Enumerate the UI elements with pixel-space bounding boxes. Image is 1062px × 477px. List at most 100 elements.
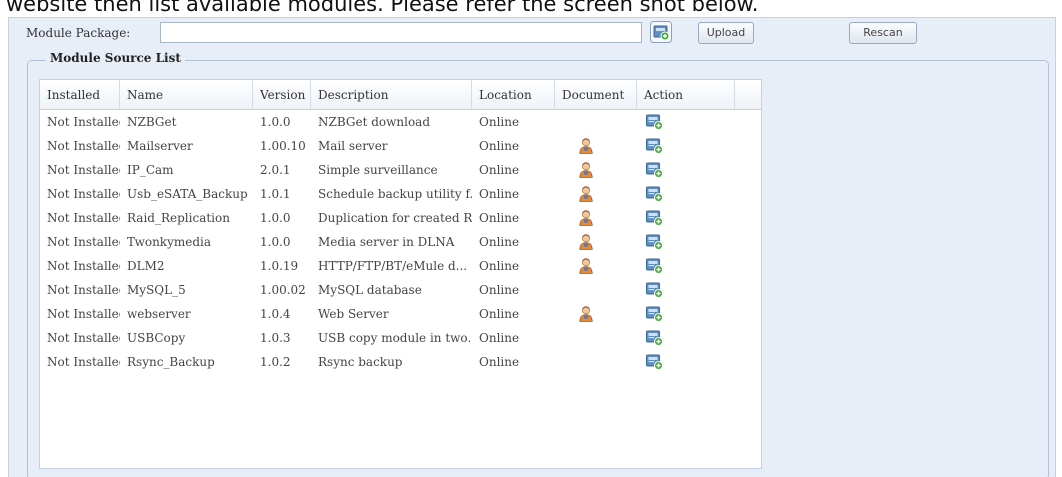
document-cell — [555, 326, 637, 350]
module-location-cell: Online — [479, 259, 520, 273]
module-version-cell: 1.0.4 — [260, 307, 291, 321]
document-cell — [555, 302, 637, 326]
module-name-cell: Twonkymedia — [127, 235, 212, 249]
document-cell — [555, 254, 637, 278]
column-header-installed[interactable]: Installed — [40, 80, 120, 110]
install-status-cell: Not Installed — [47, 235, 120, 249]
install-status-cell: Not Installed — [47, 307, 120, 321]
module-location-cell: Online — [479, 307, 520, 321]
module-description-cell: HTTP/FTP/BT/eMule d... — [318, 259, 468, 273]
table-row[interactable]: Not Installed USBCopy 1.0.3 USB copy module… — [40, 326, 761, 350]
module-description-cell: Schedule backup utility f... — [318, 187, 472, 201]
document-cell — [555, 182, 637, 206]
module-name-cell: IP_Cam — [127, 163, 174, 177]
table-row[interactable]: Not Installed Raid_Replication 1.0.0 Duplic… — [40, 206, 761, 230]
module-description-cell: Media server in DLNA — [318, 235, 455, 249]
install-status-cell: Not Installed — [47, 283, 120, 297]
rescan-button[interactable]: Rescan — [849, 22, 917, 44]
action-cell — [637, 134, 735, 158]
user-manual-icon[interactable] — [579, 186, 593, 202]
module-version-cell: 1.0.1 — [260, 187, 291, 201]
install-module-icon[interactable] — [646, 186, 663, 202]
module-version-cell: 1.0.0 — [260, 235, 291, 249]
module-description-cell: USB copy module in two... — [318, 331, 472, 345]
module-name-cell: NZBGet — [127, 115, 177, 129]
install-module-icon[interactable] — [646, 234, 663, 250]
module-name-cell: Raid_Replication — [127, 211, 230, 225]
action-cell — [637, 206, 735, 230]
module-location-cell: Online — [479, 187, 520, 201]
user-manual-icon[interactable] — [579, 234, 593, 250]
user-manual-icon[interactable] — [579, 162, 593, 178]
module-version-cell: 1.0.0 — [260, 115, 291, 129]
column-header-version[interactable]: Version — [253, 80, 311, 110]
action-cell — [637, 158, 735, 182]
module-description-cell: Web Server — [318, 307, 389, 321]
install-module-icon[interactable] — [646, 138, 663, 154]
document-cell — [555, 230, 637, 254]
module-name-cell: Rsync_Backup — [127, 355, 215, 369]
user-manual-icon[interactable] — [579, 258, 593, 274]
action-cell — [637, 110, 735, 134]
module-name-cell: USBCopy — [127, 331, 186, 345]
column-header-document[interactable]: Document — [555, 80, 637, 110]
install-status-cell: Not Installed — [47, 259, 120, 273]
table-row[interactable]: Not Installed NZBGet 1.0.0 NZBGet download O… — [40, 110, 761, 134]
module-version-cell: 1.0.0 — [260, 211, 291, 225]
install-status-cell: Not Installed — [47, 163, 120, 177]
user-manual-icon[interactable] — [579, 306, 593, 322]
document-cell — [555, 206, 637, 230]
module-package-input[interactable] — [160, 22, 642, 43]
action-cell — [637, 350, 735, 374]
page-caption: website then list available modules. Ple… — [6, 0, 759, 16]
install-module-icon[interactable] — [646, 282, 663, 298]
table-row[interactable]: Not Installed webserver 1.0.4 Web Server Onl… — [40, 302, 761, 326]
install-status-cell: Not Installed — [47, 355, 120, 369]
module-source-table: Installed Name Version Description Locat… — [39, 79, 762, 469]
module-version-cell: 1.0.19 — [260, 259, 299, 273]
user-manual-icon[interactable] — [579, 210, 593, 226]
action-cell — [637, 254, 735, 278]
empty-side-area — [762, 79, 1050, 469]
module-description-cell: Mail server — [318, 139, 388, 153]
document-cell — [555, 278, 637, 302]
upload-button[interactable]: Upload — [698, 22, 754, 44]
install-module-icon[interactable] — [646, 354, 663, 370]
module-location-cell: Online — [479, 139, 520, 153]
module-name-cell: webserver — [127, 307, 191, 321]
module-location-cell: Online — [479, 163, 520, 177]
table-row[interactable]: Not Installed Twonkymedia 1.0.0 Media serve… — [40, 230, 761, 254]
module-version-cell: 1.00.10 — [260, 139, 306, 153]
install-status-cell: Not Installed — [47, 187, 120, 201]
user-manual-icon[interactable] — [579, 138, 593, 154]
action-cell — [637, 230, 735, 254]
table-row[interactable]: Not Installed Usb_eSATA_Backup 1.0.1 Schedu… — [40, 182, 761, 206]
install-module-icon[interactable] — [646, 258, 663, 274]
module-name-cell: MySQL_5 — [127, 283, 186, 297]
table-row[interactable]: Not Installed MySQL_5 1.00.02 MySQL databas… — [40, 278, 761, 302]
module-location-cell: Online — [479, 283, 520, 297]
install-module-icon[interactable] — [646, 162, 663, 178]
column-header-name[interactable]: Name — [120, 80, 253, 110]
table-row[interactable]: Not Installed Mailserver 1.00.10 Mail serve… — [40, 134, 761, 158]
action-cell — [637, 278, 735, 302]
install-package-icon[interactable] — [650, 21, 672, 43]
column-header-action[interactable]: Action — [637, 80, 735, 110]
install-module-icon[interactable] — [646, 114, 663, 130]
module-name-cell: Mailserver — [127, 139, 193, 153]
module-location-cell: Online — [479, 211, 520, 225]
install-module-icon[interactable] — [646, 210, 663, 226]
document-cell — [555, 110, 637, 134]
module-location-cell: Online — [479, 331, 520, 345]
install-module-icon[interactable] — [646, 330, 663, 346]
module-location-cell: Online — [479, 115, 520, 129]
install-module-icon[interactable] — [646, 306, 663, 322]
module-description-cell: Rsync backup — [318, 355, 403, 369]
table-row[interactable]: Not Installed Rsync_Backup 1.0.2 Rsync back… — [40, 350, 761, 374]
module-version-cell: 1.0.2 — [260, 355, 291, 369]
table-row[interactable]: Not Installed DLM2 1.0.19 HTTP/FTP/BT/eMule… — [40, 254, 761, 278]
column-header-location[interactable]: Location — [472, 80, 555, 110]
module-description-cell: Simple surveillance — [318, 163, 438, 177]
table-row[interactable]: Not Installed IP_Cam 2.0.1 Simple surveilla… — [40, 158, 761, 182]
column-header-description[interactable]: Description — [311, 80, 472, 110]
